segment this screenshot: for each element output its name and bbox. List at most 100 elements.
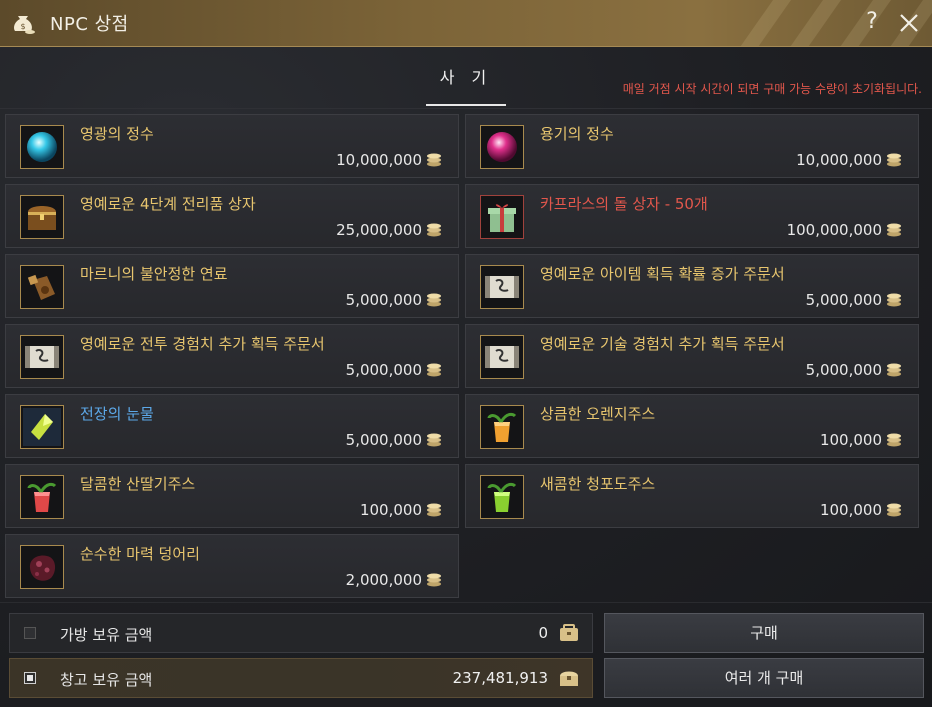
- gift-box-icon: [488, 204, 516, 232]
- item-icon-frame: [480, 125, 524, 169]
- silver-coin-icon: [887, 223, 901, 237]
- storage-money-row[interactable]: 창고 보유 금액 237,481,913: [9, 658, 593, 698]
- item-price: 5,000,000: [805, 361, 882, 379]
- silver-coin-icon: [427, 573, 441, 587]
- npc-shop-window: $ NPC 상점 ? 사 기 매일 거점 시작 시간이 되면 구매 가능 수량이…: [0, 0, 932, 707]
- item-price: 100,000: [819, 431, 882, 449]
- item-name: 마르니의 불안정한 연료: [80, 265, 228, 283]
- storage-chest-icon: [560, 671, 578, 686]
- fuel-bottle-icon: [27, 274, 55, 300]
- bag-money-label: 가방 보유 금액: [60, 626, 153, 644]
- raspberry-juice-icon: [27, 482, 57, 512]
- silver-coin-icon: [427, 223, 441, 237]
- storage-money-label: 창고 보유 금액: [60, 671, 153, 689]
- silver-coin-icon: [427, 363, 441, 377]
- scroll-icon: [485, 276, 519, 298]
- item-icon-frame: [480, 195, 524, 239]
- shop-item[interactable]: 마르니의 불안정한 연료 5,000,000: [5, 254, 459, 318]
- shop-item[interactable]: 달콤한 산딸기주스 100,000: [5, 464, 459, 528]
- item-price: 5,000,000: [805, 291, 882, 309]
- treasure-chest-icon: [28, 206, 56, 230]
- silver-coin-icon: [427, 153, 441, 167]
- item-icon-frame: [480, 335, 524, 379]
- money-bag-icon: $: [14, 16, 35, 34]
- silver-coin-icon: [887, 433, 901, 447]
- silver-coin-icon: [887, 293, 901, 307]
- item-price: 10,000,000: [796, 151, 882, 169]
- item-name: 카프라스의 돌 상자 - 50개: [540, 195, 708, 213]
- item-name: 영광의 정수: [80, 125, 154, 143]
- item-icon-frame: [480, 475, 524, 519]
- bag-money-row[interactable]: 가방 보유 금액 0: [9, 613, 593, 653]
- grape-juice-icon: [487, 482, 517, 512]
- item-icon-frame: [480, 405, 524, 449]
- svg-text:$: $: [20, 22, 25, 31]
- silver-coin-icon: [427, 503, 441, 517]
- storage-money-checkbox[interactable]: [24, 672, 36, 684]
- help-button[interactable]: ?: [860, 8, 884, 36]
- item-name: 영예로운 아이템 획득 확률 증가 주문서: [540, 265, 785, 283]
- scroll-icon: [485, 346, 519, 368]
- bag-icon: [560, 624, 578, 641]
- shop-item[interactable]: 영예로운 기술 경험치 추가 획득 주문서 5,000,000: [465, 324, 919, 388]
- window-title: NPC 상점: [50, 14, 129, 35]
- item-name: 전장의 눈물: [80, 405, 154, 423]
- magenta-orb-icon: [487, 132, 517, 162]
- divider: [0, 108, 932, 109]
- item-name: 새콤한 청포도주스: [540, 475, 656, 493]
- orange-juice-icon: [487, 412, 517, 442]
- shop-item[interactable]: 카프라스의 돌 상자 - 50개 100,000,000: [465, 184, 919, 248]
- silver-coin-icon: [427, 293, 441, 307]
- divider: [0, 602, 932, 603]
- item-icon-frame: [480, 265, 524, 309]
- item-name: 영예로운 4단계 전리품 상자: [80, 195, 256, 213]
- title-bar[interactable]: $ NPC 상점 ?: [0, 0, 932, 47]
- shop-item[interactable]: 영광의 정수 10,000,000: [5, 114, 459, 178]
- buy-button[interactable]: 구매: [604, 613, 924, 653]
- item-name: 달콤한 산딸기주스: [80, 475, 196, 493]
- shop-item[interactable]: 영예로운 아이템 획득 확률 증가 주문서 5,000,000: [465, 254, 919, 318]
- green-crystal-icon: [23, 408, 61, 446]
- silver-coin-icon: [887, 503, 901, 517]
- shop-item[interactable]: 영예로운 4단계 전리품 상자 25,000,000: [5, 184, 459, 248]
- silver-coin-icon: [427, 433, 441, 447]
- close-icon[interactable]: [897, 9, 921, 37]
- item-name: 용기의 정수: [540, 125, 614, 143]
- item-icon-frame: [20, 475, 64, 519]
- shop-item[interactable]: 상큼한 오렌지주스 100,000: [465, 394, 919, 458]
- item-price: 10,000,000: [336, 151, 422, 169]
- shop-item[interactable]: 순수한 마력 덩어리 2,000,000: [5, 534, 459, 598]
- bag-money-checkbox[interactable]: [24, 627, 36, 639]
- silver-coin-icon: [887, 363, 901, 377]
- item-icon-frame: [20, 545, 64, 589]
- buy-multiple-button[interactable]: 여러 개 구매: [604, 658, 924, 698]
- item-icon-frame: [20, 335, 64, 379]
- item-price: 100,000,000: [786, 221, 882, 239]
- item-name: 영예로운 전투 경험치 추가 획득 주문서: [80, 335, 325, 353]
- reset-notice: 매일 거점 시작 시간이 되면 구매 가능 수량이 초기화됩니다.: [622, 82, 922, 96]
- shop-item[interactable]: 용기의 정수 10,000,000: [465, 114, 919, 178]
- item-price: 5,000,000: [345, 361, 422, 379]
- tab-buy[interactable]: 사 기: [426, 52, 506, 106]
- storage-money-amount: 237,481,913: [452, 669, 548, 687]
- cyan-orb-icon: [27, 132, 57, 162]
- magic-lump-icon: [29, 555, 56, 581]
- item-icon-frame: [20, 405, 64, 449]
- tab-buy-label: 사 기: [439, 68, 493, 87]
- item-icon-frame: [20, 195, 64, 239]
- item-name: 상큼한 오렌지주스: [540, 405, 656, 423]
- item-price: 25,000,000: [336, 221, 422, 239]
- shop-item[interactable]: 영예로운 전투 경험치 추가 획득 주문서 5,000,000: [5, 324, 459, 388]
- item-price: 2,000,000: [345, 571, 422, 589]
- shop-item[interactable]: 새콤한 청포도주스 100,000: [465, 464, 919, 528]
- item-price: 100,000: [359, 501, 422, 519]
- scroll-icon: [25, 346, 59, 368]
- item-price: 5,000,000: [345, 431, 422, 449]
- bag-money-amount: 0: [538, 624, 548, 642]
- tab-active-indicator: [426, 104, 506, 106]
- silver-coin-icon: [887, 153, 901, 167]
- item-name: 영예로운 기술 경험치 추가 획득 주문서: [540, 335, 785, 353]
- item-price: 100,000: [819, 501, 882, 519]
- shop-item[interactable]: 전장의 눈물 5,000,000: [5, 394, 459, 458]
- item-icon-frame: [20, 125, 64, 169]
